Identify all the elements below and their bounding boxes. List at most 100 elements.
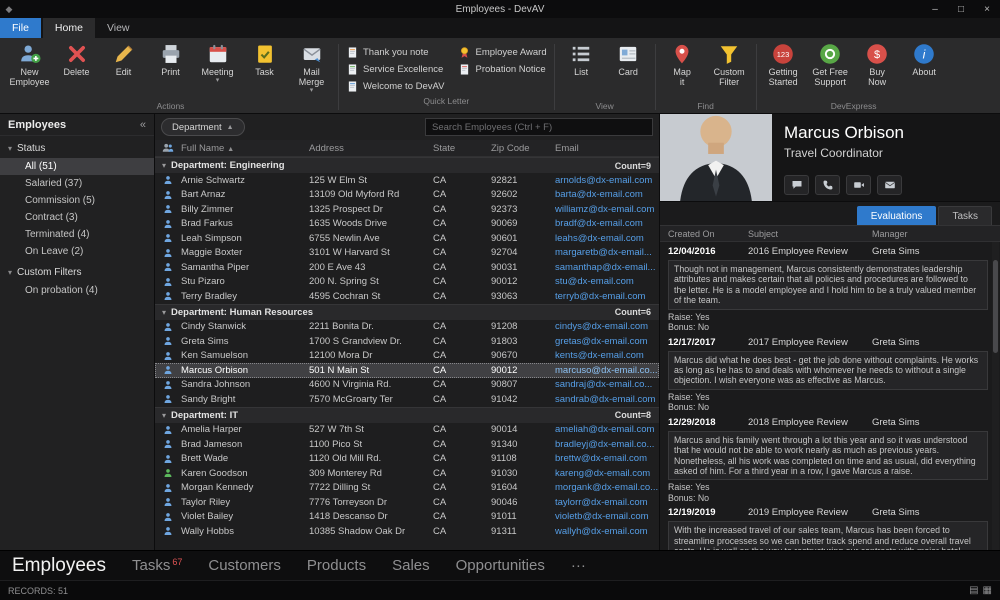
table-row[interactable]: Wally Hobbs10385 Shadow Oak DrCA91311wal…: [155, 524, 659, 539]
sidebar-item-terminated-4[interactable]: Terminated (4): [0, 226, 154, 243]
ribbon-item-custom-filter[interactable]: Custom Filter: [706, 40, 753, 96]
layout-split-view-icon[interactable]: ▦: [983, 585, 992, 596]
sidebar-item-all-51[interactable]: All (51): [0, 158, 154, 175]
table-row[interactable]: Sandy Bright7570 McGroarty TerCA91042san…: [155, 392, 659, 407]
table-row[interactable]: Brad Jameson1100 Pico StCA91340bradleyj@…: [155, 437, 659, 452]
table-row[interactable]: Stu Pizaro200 N. Spring StCA90012stu@dx-…: [155, 275, 659, 290]
table-row[interactable]: Billy Zimmer1325 Prospect DrCA92373willi…: [155, 202, 659, 217]
table-row[interactable]: Karen Goodson309 Monterey RdCA91030karen…: [155, 466, 659, 481]
ribbon-item-edit[interactable]: Edit: [100, 40, 147, 96]
sidebar-section-status[interactable]: ▾Status: [0, 139, 154, 158]
ribbon-item-card-view[interactable]: Card: [605, 40, 652, 96]
email-link[interactable]: gretas@dx-email.com: [555, 336, 659, 347]
email-link[interactable]: barta@dx-email.com: [555, 189, 659, 200]
ribbon-item-welcome-to-devav[interactable]: Welcome to DevAV: [342, 78, 448, 95]
nav-item-customers[interactable]: Customers: [208, 557, 281, 574]
column-created-on[interactable]: Created On: [660, 229, 748, 239]
tab-evaluations[interactable]: Evaluations: [857, 206, 937, 225]
email-link[interactable]: kents@dx-email.com: [555, 350, 659, 361]
email-link[interactable]: sandraj@dx-email.co...: [555, 379, 659, 390]
column-zip[interactable]: Zip Code: [491, 143, 555, 154]
table-row[interactable]: Terry Bradley4595 Cochran StCA93063terry…: [155, 289, 659, 304]
email-link[interactable]: marcuso@dx-email.co...: [555, 365, 659, 376]
email-link[interactable]: cindys@dx-email.com: [555, 321, 659, 332]
sidebar-item-salaried-37[interactable]: Salaried (37): [0, 175, 154, 192]
ribbon-item-getting-started[interactable]: 123Getting Started: [760, 40, 807, 96]
group-row[interactable]: ▾Department: EngineeringCount=9: [155, 157, 659, 173]
maximize-button[interactable]: □: [948, 0, 974, 18]
table-row[interactable]: Sandra Johnson4600 N Virginia Rd.CA90807…: [155, 378, 659, 393]
evaluation-item[interactable]: 12/17/20172017 Employee ReviewGreta Sims…: [660, 333, 990, 413]
table-row[interactable]: Morgan Kennedy7722 Dilling StCA91604morg…: [155, 481, 659, 496]
scrollbar[interactable]: [992, 242, 999, 550]
ribbon-item-delete[interactable]: Delete: [53, 40, 100, 96]
email-link[interactable]: bradleyj@dx-email.co...: [555, 439, 659, 450]
column-address[interactable]: Address: [309, 143, 433, 154]
email-link[interactable]: arnolds@dx-email.com: [555, 175, 659, 186]
scrollbar-thumb[interactable]: [993, 260, 998, 352]
email-link[interactable]: williamz@dx-email.com: [555, 204, 659, 215]
evaluation-item[interactable]: 12/19/20192019 Employee ReviewGreta Sims…: [660, 503, 990, 550]
ribbon-item-about[interactable]: iAbout: [901, 40, 948, 96]
tab-file[interactable]: File: [0, 18, 41, 38]
table-row[interactable]: Marcus Orbison501 N Main StCA90012marcus…: [155, 363, 659, 378]
ribbon-item-map-it[interactable]: Map it: [659, 40, 706, 96]
table-row[interactable]: Arnie Schwartz125 W Elm StCA92821arnolds…: [155, 173, 659, 188]
table-row[interactable]: Bart Arnaz13109 Old Myford RdCA92602bart…: [155, 188, 659, 203]
email-link[interactable]: ameliah@dx-email.com: [555, 424, 659, 435]
column-subject[interactable]: Subject: [748, 229, 872, 239]
tab-home[interactable]: Home: [43, 18, 95, 38]
column-state[interactable]: State: [433, 143, 491, 154]
ribbon-item-meeting[interactable]: Meeting▾: [194, 40, 241, 96]
group-row[interactable]: ▾Department: Human ResourcesCount=6: [155, 304, 659, 320]
sidebar-section-custom-filters[interactable]: ▾Custom Filters: [0, 263, 154, 282]
ribbon-item-get-free-support[interactable]: Get Free Support: [807, 40, 854, 96]
minimize-button[interactable]: –: [922, 0, 948, 18]
ribbon-item-mail-merge[interactable]: Mail Merge▾: [288, 40, 335, 96]
nav-item-employees[interactable]: Employees: [12, 555, 106, 577]
tab-view[interactable]: View: [95, 18, 142, 38]
email-link[interactable]: leahs@dx-email.com: [555, 233, 659, 244]
nav-item-sales[interactable]: Sales: [392, 557, 430, 574]
mail-button[interactable]: [877, 175, 902, 195]
email-link[interactable]: taylorr@dx-email.com: [555, 497, 659, 508]
nav-item-more[interactable]: ···: [571, 557, 586, 574]
table-row[interactable]: Maggie Boxter3101 W Harvard StCA92704mar…: [155, 246, 659, 261]
column-manager[interactable]: Manager: [872, 229, 1000, 239]
tab-tasks[interactable]: Tasks: [938, 206, 992, 225]
email-link[interactable]: margaretb@dx-email...: [555, 247, 659, 258]
sidebar-item-on-leave-2[interactable]: On Leave (2): [0, 243, 154, 260]
email-link[interactable]: morgank@dx-email.co...: [555, 482, 659, 493]
email-link[interactable]: brettw@dx-email.com: [555, 453, 659, 464]
table-row[interactable]: Violet Bailey1418 Descanso DrCA91011viol…: [155, 510, 659, 525]
column-email[interactable]: Email: [555, 143, 659, 154]
phone-button[interactable]: [815, 175, 840, 195]
ribbon-item-buy-now[interactable]: $Buy Now: [854, 40, 901, 96]
evaluation-item[interactable]: 12/29/20182018 Employee ReviewGreta Sims…: [660, 413, 990, 504]
video-button[interactable]: [846, 175, 871, 195]
ribbon-item-task[interactable]: Task: [241, 40, 288, 96]
table-row[interactable]: Leah Simpson6755 Newlin AveCA90601leahs@…: [155, 231, 659, 246]
sidebar-item-contract-3[interactable]: Contract (3): [0, 209, 154, 226]
table-row[interactable]: Cindy Stanwick2211 Bonita Dr.CA91208cind…: [155, 320, 659, 335]
email-link[interactable]: samanthap@dx-email...: [555, 262, 659, 273]
table-row[interactable]: Brad Farkus1635 Woods DriveCA90069bradf@…: [155, 217, 659, 232]
ribbon-item-print[interactable]: Print: [147, 40, 194, 96]
table-row[interactable]: Taylor Riley7776 Torreyson DrCA90046tayl…: [155, 495, 659, 510]
sidebar-item-commission-5[interactable]: Commission (5): [0, 192, 154, 209]
table-row[interactable]: Greta Sims1700 S Grandview Dr.CA91803gre…: [155, 334, 659, 349]
ribbon-item-new-employee[interactable]: New Employee: [6, 40, 53, 96]
email-link[interactable]: violetb@dx-email.com: [555, 511, 659, 522]
email-link[interactable]: wallyh@dx-email.com: [555, 526, 659, 537]
evaluation-item[interactable]: 12/04/20162016 Employee ReviewGreta Sims…: [660, 242, 990, 333]
email-link[interactable]: terryb@dx-email.com: [555, 291, 659, 302]
ribbon-item-thank-you-note[interactable]: Thank you note: [342, 44, 448, 61]
email-link[interactable]: bradf@dx-email.com: [555, 218, 659, 229]
close-button[interactable]: ×: [974, 0, 1000, 18]
collapse-sidebar-icon[interactable]: «: [140, 119, 146, 131]
layout-list-view-icon[interactable]: ▤: [969, 585, 978, 596]
table-row[interactable]: Brett Wade1120 Old Mill Rd.CA91108brettw…: [155, 452, 659, 467]
ribbon-item-employee-award[interactable]: Employee Award: [454, 44, 550, 61]
group-row[interactable]: ▾Department: ITCount=8: [155, 407, 659, 423]
email-link[interactable]: stu@dx-email.com: [555, 276, 659, 287]
